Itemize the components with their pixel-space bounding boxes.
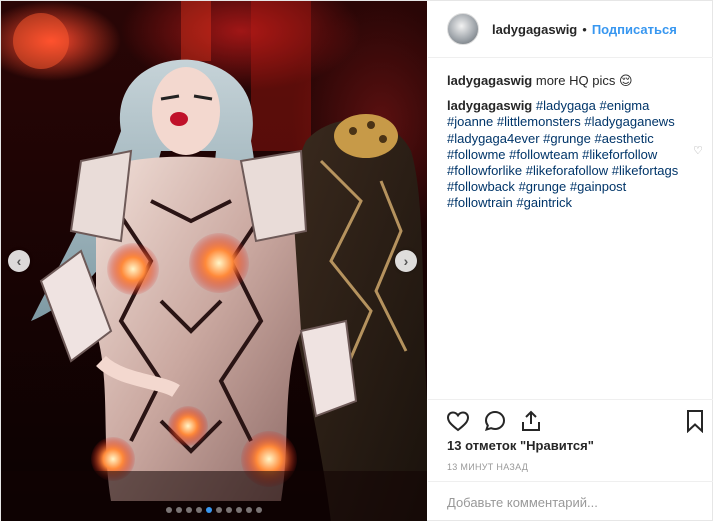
action-icons-bar <box>428 400 713 442</box>
comment-input[interactable] <box>447 495 697 510</box>
comment-like-icon[interactable]: ♡ <box>693 144 703 157</box>
carousel-dot <box>216 507 222 513</box>
carousel-dot <box>196 507 202 513</box>
header-separator: • <box>582 21 587 37</box>
hashtag-link[interactable]: #followteam <box>509 147 578 162</box>
caption-author[interactable]: ladygagaswig <box>447 73 532 88</box>
hashtag-link[interactable]: #gaintrick <box>516 195 572 210</box>
chevron-right-icon: › <box>403 253 409 269</box>
avatar[interactable] <box>447 13 479 45</box>
post-side-panel: ladygagaswig • Подписаться ladygagaswig … <box>428 1 713 521</box>
hashtag-link[interactable]: #ladygaga <box>536 98 596 113</box>
follow-button[interactable]: Подписаться <box>592 22 677 37</box>
hashtag-link[interactable]: #enigma <box>600 98 650 113</box>
hashtag-link[interactable]: #grunge <box>543 131 591 146</box>
hashtag-link[interactable]: #gainpost <box>570 179 626 194</box>
hashtag-link[interactable]: #followme <box>447 147 506 162</box>
hashtag-link[interactable]: #joanne <box>447 114 493 129</box>
hashtag-link[interactable]: #followforlike <box>447 163 522 178</box>
carousel-dot <box>226 507 232 513</box>
author-username[interactable]: ladygagaswig <box>492 22 577 37</box>
carousel-dot <box>246 507 252 513</box>
hashtag-line: #followme #followteam #likeforfollow <box>447 147 699 163</box>
add-comment-bar <box>428 481 713 521</box>
comment-author[interactable]: ladygagaswig <box>447 98 536 113</box>
hashtag-link[interactable]: #littlemonsters <box>497 114 581 129</box>
caption-text: more HQ pics 😌 <box>535 73 633 88</box>
hashtag-line: #followforlike #likeforafollow #likefort… <box>447 163 699 179</box>
hashtag-line: ladygagaswig #ladygaga #enigma <box>447 98 699 114</box>
post-actions <box>428 399 713 442</box>
hashtag-line: #ladygaga4ever #grunge #aesthetic <box>447 131 699 147</box>
hashtag-link[interactable]: #grunge <box>519 179 567 194</box>
bookmark-icon[interactable] <box>685 409 705 438</box>
hashtag-link[interactable]: #likefortags <box>612 163 678 178</box>
carousel-dot <box>166 507 172 513</box>
post-timestamp[interactable]: 13 МИНУТ НАЗАД <box>447 462 528 472</box>
carousel-prev-button[interactable]: ‹ <box>8 250 30 272</box>
hashtag-line: #joanne #littlemonsters #ladygaganews <box>447 114 699 130</box>
carousel-next-button[interactable]: › <box>395 250 417 272</box>
hashtag-link[interactable]: #aesthetic <box>595 131 654 146</box>
hashtag-link[interactable]: #followtrain <box>447 195 513 210</box>
carousel-dot <box>186 507 192 513</box>
carousel-dot <box>236 507 242 513</box>
carousel-dot <box>176 507 182 513</box>
hashtag-link[interactable]: #followback <box>447 179 515 194</box>
hashtag-link[interactable]: #ladygaganews <box>584 114 674 129</box>
hashtag-link[interactable]: #likeforafollow <box>526 163 608 178</box>
likes-count[interactable]: 13 отметок "Нравится" <box>447 438 594 453</box>
share-icon[interactable] <box>519 409 543 438</box>
comment-bubble-icon[interactable] <box>483 409 507 438</box>
hashtag-line: #followback #grunge #gainpost <box>447 179 699 195</box>
hashtag-link[interactable]: #likeforfollow <box>582 147 657 162</box>
chevron-left-icon: ‹ <box>16 253 22 269</box>
heart-icon[interactable] <box>446 409 470 438</box>
comments-section: ladygagaswig more HQ pics 😌 ladygagaswig… <box>447 73 699 212</box>
hashtag-comment: ladygagaswig #ladygaga #enigma #joanne #l… <box>447 98 699 211</box>
hashtag-line: #followtrain #gaintrick <box>447 195 699 211</box>
carousel-dot <box>256 507 262 513</box>
performer-illustration <box>1 1 427 521</box>
caption: ladygagaswig more HQ pics 😌 <box>447 73 699 89</box>
post-header: ladygagaswig • Подписаться <box>428 1 713 58</box>
instagram-post: ‹ › ladygagaswig • Подписаться ladygagas… <box>0 0 713 521</box>
carousel-indicator <box>1 507 427 513</box>
carousel-dot <box>206 507 212 513</box>
hashtag-link[interactable]: #ladygaga4ever <box>447 131 540 146</box>
post-photo[interactable]: ‹ › <box>1 1 427 521</box>
